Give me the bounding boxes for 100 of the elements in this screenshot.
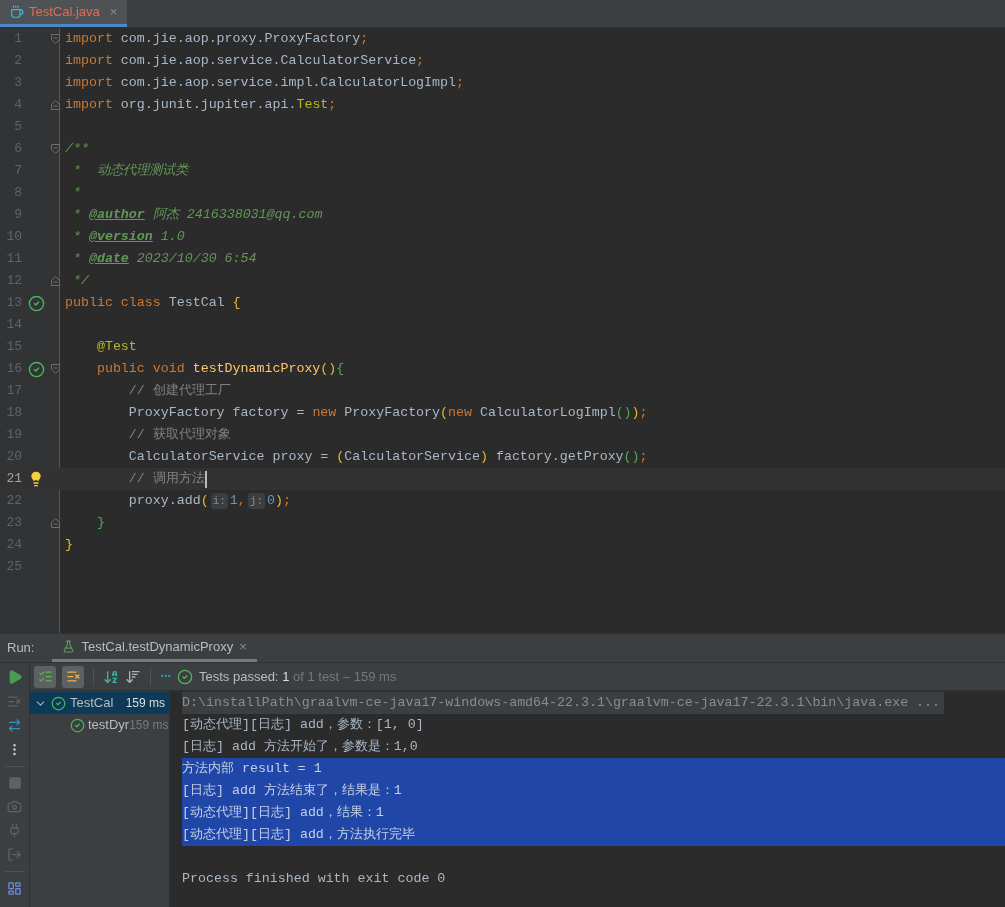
fold-icon[interactable] [50, 34, 60, 44]
more-button[interactable]: ··· [160, 666, 171, 687]
code-token: } [65, 536, 73, 555]
test-status: Tests passed: 1 of 1 test – 159 ms [199, 667, 397, 686]
test-passed-icon[interactable] [27, 360, 45, 378]
fold-icon[interactable] [50, 276, 60, 286]
code-token: com.jie.aop.service.CalculatorService [119, 52, 417, 71]
code-token: ) [479, 448, 488, 467]
test-passed-icon [177, 668, 193, 685]
passed-list-icon [37, 669, 53, 684]
stop-icon[interactable] [7, 776, 22, 790]
code-token: org.junit.jupiter.api. [119, 96, 297, 115]
code-token: testDynamicProxy [192, 360, 321, 379]
code-token: () [320, 360, 337, 379]
console-command: D:\installPath\graalvm-ce-java17-windows-amd64-22.3.1\graalvm-ce-java17-22.3.1\bin\java.exe ... [182, 692, 945, 714]
fold-icon[interactable] [50, 100, 60, 110]
code-token: // 获取代理对象 [127, 426, 231, 445]
test-passed-icon[interactable] [27, 294, 45, 312]
code-token: () [623, 448, 640, 467]
layout-icon[interactable] [7, 881, 22, 896]
test-tree-item[interactable]: TestCal 159 ms [30, 692, 169, 714]
code-token: ; [416, 52, 425, 71]
code-token: new [448, 404, 473, 423]
code-token: * [71, 206, 82, 225]
code-token: import [65, 52, 113, 71]
code-token: @date [88, 250, 129, 269]
sort-alphabetically-icon[interactable] [103, 668, 119, 685]
code-token: public void [95, 360, 186, 379]
code-token: 阿杰 2416338031@qq.com [151, 206, 323, 225]
tab-label: TestCal.java [29, 3, 100, 22]
plug-icon[interactable] [7, 823, 22, 838]
code-token: * 动态代理测试类 [71, 162, 188, 181]
show-ignored-toggle[interactable] [62, 665, 84, 688]
code-token: ; [283, 492, 291, 511]
code-token: 0 [267, 492, 275, 511]
console-line: [动态代理][日志] add，参数：[1, 0] [182, 716, 425, 735]
ignored-list-icon [65, 669, 81, 684]
tab-label: TestCal.testDynamicProxy [81, 637, 234, 656]
rerun-failed-icon[interactable] [7, 694, 22, 709]
run-tab[interactable]: TestCal.testDynamicProxy × [52, 634, 257, 662]
toggle-auto-test-icon[interactable] [7, 718, 22, 733]
code-token: ; [639, 448, 648, 467]
code-token: () [615, 404, 632, 423]
fold-icon[interactable] [50, 144, 60, 154]
code-token: 1.0 [159, 228, 185, 247]
code-token: ; [328, 96, 337, 115]
code-token: CalculatorService proxy = [127, 448, 330, 467]
code-token: @version [88, 228, 153, 247]
code-token: * [71, 228, 82, 247]
code-token: ) [275, 492, 283, 511]
code-token: } [95, 514, 105, 533]
console-line: [日志] add 方法开始了，参数是：1,0 [182, 738, 419, 757]
code-token: new [312, 404, 338, 423]
code-token: import [65, 96, 113, 115]
parameter-hint: i: [210, 492, 228, 510]
code-token: * [71, 250, 82, 269]
code-token: ; [639, 404, 648, 423]
camera-icon[interactable] [7, 799, 22, 814]
test-passed-icon [70, 717, 85, 733]
code-token: Test [296, 96, 329, 115]
code-token: ( [200, 492, 209, 511]
code-token: 2023/10/30 6:54 [135, 250, 257, 269]
parameter-hint: j: [247, 492, 265, 510]
code-token: /** [65, 140, 89, 159]
console-line: Process finished with exit code 0 [182, 870, 447, 889]
code-token: ; [360, 30, 369, 49]
code-token: com.jie.aop.proxy.ProxyFactory [119, 30, 361, 49]
fold-icon[interactable] [50, 364, 60, 374]
code-token: { [336, 360, 345, 379]
test-tree-item[interactable]: testDyr159 ms [30, 714, 169, 736]
code-token: import [65, 30, 113, 49]
code-token: @author [88, 206, 145, 225]
close-icon[interactable]: × [109, 2, 118, 22]
lightbulb-icon[interactable] [28, 471, 44, 487]
code-token: // 调用方法 [127, 470, 205, 489]
code-token: ( [440, 404, 449, 423]
code-token: 1 [229, 492, 238, 511]
code-token: ; [456, 74, 464, 93]
close-icon[interactable]: × [239, 636, 247, 657]
code-token: proxy.add [127, 492, 201, 511]
code-token: import [65, 74, 113, 93]
test-icon [62, 640, 76, 653]
code-token: factory.getProxy [494, 448, 624, 467]
code-token: * [71, 184, 81, 203]
code-token: { [232, 294, 241, 313]
show-passed-toggle[interactable] [34, 665, 56, 688]
fold-icon[interactable] [50, 518, 60, 528]
editor-tab[interactable]: TestCal.java × [0, 0, 128, 27]
panel-title: Run: [7, 639, 35, 658]
code-token: // 创建代理工厂 [127, 382, 231, 401]
code-token: com.jie.aop.service.impl.CalculatorLogImpl [119, 74, 456, 93]
sort-duration-icon[interactable] [125, 668, 141, 685]
code-token: @Test [95, 338, 137, 357]
code-token: public class [65, 294, 162, 313]
code-token: ProxyFactory factory = [127, 404, 306, 423]
text-caret [204, 470, 207, 488]
code-token: CalculatorService [344, 448, 480, 467]
exit-icon[interactable] [7, 847, 22, 862]
code-token: CalculatorLogImpl [479, 404, 616, 423]
code-token: TestCal [168, 294, 226, 313]
